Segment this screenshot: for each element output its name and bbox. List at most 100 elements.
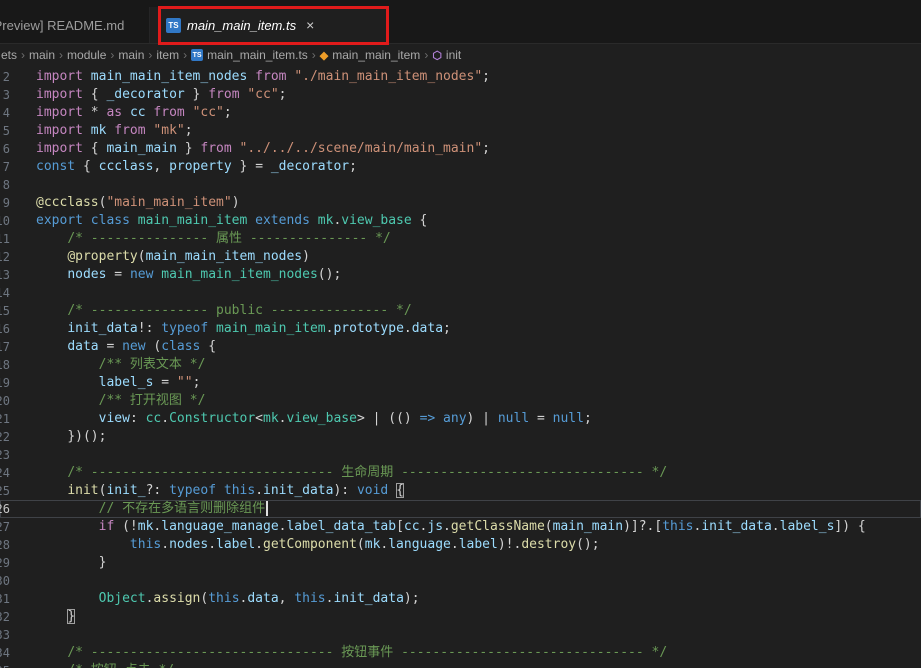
- breadcrumb-separator: ›: [311, 48, 316, 62]
- code-line: 8: [0, 176, 921, 194]
- code-line: 4 import * as cc from "cc";: [0, 104, 921, 122]
- code-line: 11 /* --------------- 属性 ---------------…: [0, 230, 921, 248]
- breadcrumb-item-main[interactable]: main: [118, 48, 144, 62]
- code-line: 17 data = new (class {: [0, 338, 921, 356]
- code-line: 25 init(init_?: typeof this.init_data): …: [0, 482, 921, 500]
- line-number: 5: [2, 124, 10, 138]
- breadcrumb-separator: ›: [21, 48, 26, 62]
- line-number: 32: [0, 610, 10, 624]
- code-line: 10export class main_main_item extends mk…: [0, 212, 921, 230]
- breadcrumb-label: main_main_item.ts: [207, 48, 308, 62]
- code-line: 12 @property(main_main_item_nodes): [0, 248, 921, 266]
- breadcrumb-item-item[interactable]: item: [156, 48, 179, 62]
- breadcrumb-label: item: [156, 48, 180, 62]
- line-number: 8: [2, 178, 10, 192]
- code-line: 5 import mk from "mk";: [0, 122, 921, 140]
- typescript-file-icon: TS: [191, 49, 204, 61]
- breadcrumb-label: main_main_item: [332, 48, 421, 62]
- breadcrumb-item-main-main-item[interactable]: ◆ main_main_item: [320, 48, 421, 62]
- code-line: 2 import main_main_item_nodes from "./mai…: [0, 68, 921, 86]
- line-number: 34: [0, 646, 10, 660]
- tab-main-main-item[interactable]: TS main_main_item.ts ×: [150, 7, 388, 43]
- line-number: 3: [2, 88, 10, 102]
- typescript-file-icon: TS: [166, 17, 181, 33]
- code-area[interactable]: 2 import main_main_item_nodes from "./mai…: [0, 66, 921, 668]
- breadcrumb-separator: ›: [424, 48, 429, 62]
- line-number: 4: [2, 106, 10, 120]
- breadcrumb-label: main: [118, 48, 145, 62]
- breadcrumb-item-ets[interactable]: ets: [1, 48, 17, 62]
- line-number: 22: [0, 430, 10, 444]
- line-number: 12: [0, 250, 10, 264]
- line-number: 18: [0, 358, 10, 372]
- code-line: 28 this.nodes.label.getComponent(mk.lang…: [0, 536, 921, 554]
- code-line: 3 import { _decorator } from "cc";: [0, 86, 921, 104]
- line-number: 31: [0, 592, 10, 606]
- code-line: 6 import { main_main } from "../../../sce…: [0, 140, 921, 158]
- code-line: 16 init_data!: typeof main_main_item.pro…: [0, 320, 921, 338]
- line-number: 14: [0, 286, 10, 300]
- code-line: 13 nodes = new main_main_item_nodes();: [0, 266, 921, 284]
- code-line: 29 }: [0, 554, 921, 572]
- breadcrumb-separator: ›: [183, 48, 188, 62]
- breadcrumb-separator: ›: [148, 48, 153, 62]
- code-line: 26 // 不存在多语言则删除组件: [0, 500, 921, 518]
- code-line: 35 /* 按钮-点击 */: [0, 662, 921, 668]
- line-number: 6: [2, 142, 10, 156]
- breadcrumb-separator: ›: [59, 48, 64, 62]
- line-number: 30: [0, 574, 10, 588]
- text-cursor: [266, 501, 269, 516]
- breadcrumb-item-module[interactable]: module: [67, 48, 106, 62]
- line-number: 9: [2, 196, 10, 210]
- code-line: 21 view: cc.Constructor<mk.view_base> | …: [0, 410, 921, 428]
- tab-label: [Preview] README.md: [0, 17, 125, 33]
- code-line: 20 /** 打开视图 */: [0, 392, 921, 410]
- class-icon: ◆: [319, 49, 329, 62]
- code-line: 19 label_s = "";: [0, 374, 921, 392]
- code-line: 15 /* --------------- public -----------…: [0, 302, 921, 320]
- code-line: 24 /* ------------------------------- 生命…: [0, 464, 921, 482]
- line-number: 19: [0, 376, 10, 390]
- code-line: 22 })();: [0, 428, 921, 446]
- breadcrumb-item-main[interactable]: main: [29, 48, 55, 62]
- line-number: 7: [2, 160, 10, 174]
- line-number: 28: [0, 538, 10, 552]
- close-icon[interactable]: ×: [306, 18, 314, 32]
- line-number: 20: [0, 394, 10, 408]
- line-number: 13: [0, 268, 10, 282]
- line-number: 26: [0, 502, 10, 516]
- tab-bar: [Preview] README.md TS main_main_item.ts…: [0, 0, 921, 45]
- line-number: 11: [0, 232, 10, 246]
- breadcrumb: ets › main › module › main › item › TS main_main_it…: [0, 44, 921, 66]
- line-number: 24: [0, 466, 10, 480]
- code-line: 9 @ccclass("main_main_item"): [0, 194, 921, 212]
- tab-label: main_main_item.ts: [187, 17, 297, 33]
- breadcrumb-item-main-main-item-ts[interactable]: TS main_main_item.ts: [191, 48, 308, 62]
- line-number: 15: [0, 304, 10, 318]
- code-line: 31 Object.assign(this.data, this.init_da…: [0, 590, 921, 608]
- line-number: 23: [0, 448, 10, 462]
- line-number: 35: [0, 662, 10, 668]
- line-number: 33: [0, 628, 10, 642]
- code-line: 23: [0, 446, 921, 464]
- code-line: 34 /* ------------------------------- 按钮…: [0, 644, 921, 662]
- breadcrumb-label: init: [445, 48, 462, 62]
- line-number: 16: [0, 322, 10, 336]
- code-line: 18 /** 列表文本 */: [0, 356, 921, 374]
- line-number: 17: [0, 340, 10, 354]
- tab-readme-preview[interactable]: [Preview] README.md: [0, 7, 150, 43]
- line-number: 29: [0, 556, 10, 570]
- line-number: 21: [0, 412, 10, 426]
- vscode-window: [Preview] README.md TS main_main_item.ts…: [0, 0, 921, 668]
- breadcrumb-item-init[interactable]: ⬡ init: [432, 48, 461, 62]
- code-line: 30: [0, 572, 921, 590]
- code-line: 14: [0, 284, 921, 302]
- line-number: 2: [2, 70, 10, 84]
- line-number: 10: [0, 214, 10, 228]
- line-number: 27: [0, 520, 10, 534]
- line-number: 25: [0, 484, 10, 498]
- code-line: 32 }: [0, 608, 921, 626]
- code-line: 7 const { ccclass, property } = _decorato…: [0, 158, 921, 176]
- breadcrumb-label: module: [67, 48, 107, 62]
- breadcrumb-separator: ›: [110, 48, 115, 62]
